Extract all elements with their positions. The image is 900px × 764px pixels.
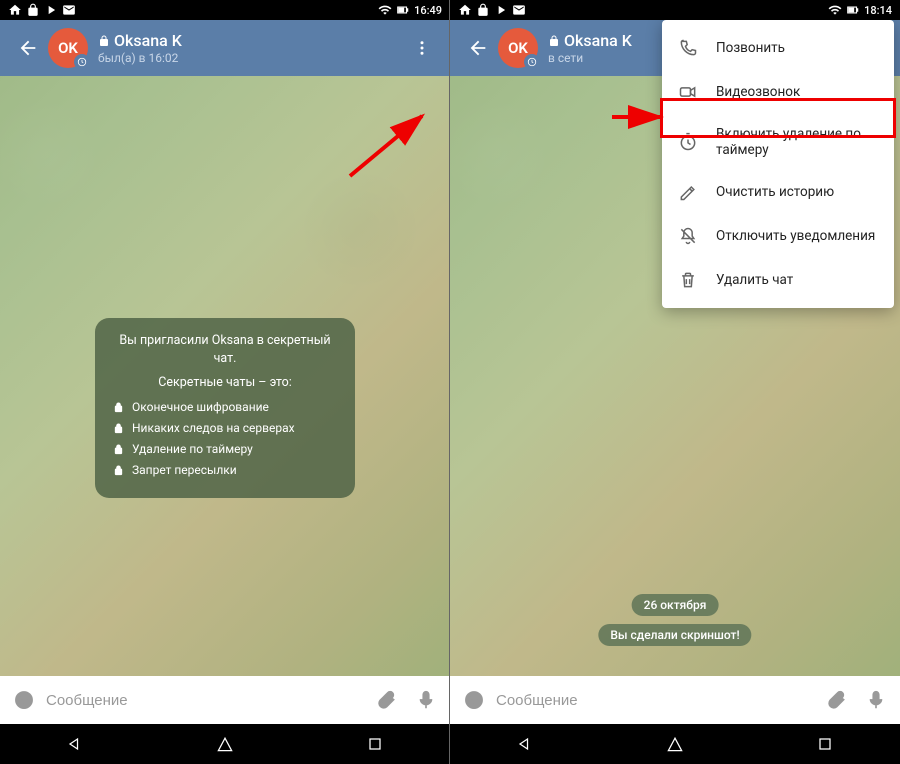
nav-recent-icon[interactable]	[815, 734, 835, 754]
home-icon	[458, 3, 472, 17]
secret-badge-icon	[74, 54, 90, 70]
message-input-bar	[0, 676, 450, 724]
menu-enable-timer-delete[interactable]: Включить удаление по таймеру	[662, 114, 894, 170]
battery-icon	[396, 3, 410, 17]
avatar[interactable]: OK	[498, 28, 538, 68]
menu-call[interactable]: Позвонить	[662, 26, 894, 70]
secret-feature: Запрет пересылки	[113, 463, 337, 477]
menu-video-call[interactable]: Видеозвонок	[662, 70, 894, 114]
date-separator: 26 октября	[632, 594, 719, 616]
nav-back-icon[interactable]	[515, 734, 535, 754]
message-input[interactable]	[46, 692, 364, 709]
avatar-initials: OK	[58, 39, 78, 57]
lock-icon	[476, 3, 490, 17]
lock-icon	[26, 3, 40, 17]
message-input-bar	[450, 676, 900, 724]
avatar-initials: OK	[508, 39, 528, 57]
play-icon	[44, 3, 58, 17]
system-message: Вы сделали скриншот!	[598, 624, 751, 646]
wifi-icon	[378, 3, 392, 17]
nav-home-icon[interactable]	[665, 734, 685, 754]
play-icon	[494, 3, 508, 17]
status-bar: 18:14	[450, 0, 900, 20]
secret-chat-info: Вы пригласили Oksana в секретный чат. Се…	[95, 318, 355, 498]
status-time: 16:49	[414, 4, 442, 17]
status-bar: 16:49	[0, 0, 450, 20]
home-icon	[8, 3, 22, 17]
app-header: OK Oksana K был(а) в 16:02	[0, 20, 450, 76]
phone-right: 18:14 OK Oksana K в сети Позвонить Видео…	[450, 0, 900, 764]
nav-back-icon[interactable]	[65, 734, 85, 754]
menu-clear-history[interactable]: Очистить историю	[662, 170, 894, 214]
chat-body: Вы пригласили Oksana в секретный чат. Се…	[0, 76, 450, 676]
emoji-button[interactable]	[456, 682, 492, 718]
back-button[interactable]	[8, 28, 48, 68]
voice-button[interactable]	[408, 682, 444, 718]
secret-subtitle: Секретные чаты – это:	[113, 375, 337, 390]
secret-badge-icon	[524, 54, 540, 70]
lock-icon	[548, 35, 560, 47]
context-menu: Позвонить Видеозвонок Включить удаление …	[662, 20, 894, 308]
secret-feature: Никаких следов на серверах	[113, 421, 337, 435]
nav-recent-icon[interactable]	[365, 734, 385, 754]
android-nav-bar	[0, 724, 450, 764]
menu-delete-chat[interactable]: Удалить чат	[662, 258, 894, 302]
secret-feature: Удаление по таймеру	[113, 442, 337, 456]
message-input[interactable]	[496, 692, 814, 709]
nav-home-icon[interactable]	[215, 734, 235, 754]
menu-mute[interactable]: Отключить уведомления	[662, 214, 894, 258]
phone-left: 16:49 OK Oksana K был(а) в 16:02 Вы приг…	[0, 0, 450, 764]
secret-feature: Оконечное шифрование	[113, 400, 337, 414]
status-time: 18:14	[864, 4, 892, 17]
battery-icon	[846, 3, 860, 17]
voice-button[interactable]	[858, 682, 894, 718]
contact-status: был(а) в 16:02	[98, 51, 402, 65]
lock-icon	[98, 35, 110, 47]
attach-button[interactable]	[818, 682, 854, 718]
back-button[interactable]	[458, 28, 498, 68]
mail-icon	[62, 3, 76, 17]
more-button[interactable]	[402, 28, 442, 68]
mail-icon	[512, 3, 526, 17]
annotation-arrow	[340, 106, 440, 186]
attach-button[interactable]	[368, 682, 404, 718]
wifi-icon	[828, 3, 842, 17]
secret-invite-text: Вы пригласили Oksana в секретный чат.	[113, 332, 337, 367]
contact-name: Oksana K	[98, 31, 402, 50]
emoji-button[interactable]	[6, 682, 42, 718]
android-nav-bar	[450, 724, 900, 764]
avatar[interactable]: OK	[48, 28, 88, 68]
